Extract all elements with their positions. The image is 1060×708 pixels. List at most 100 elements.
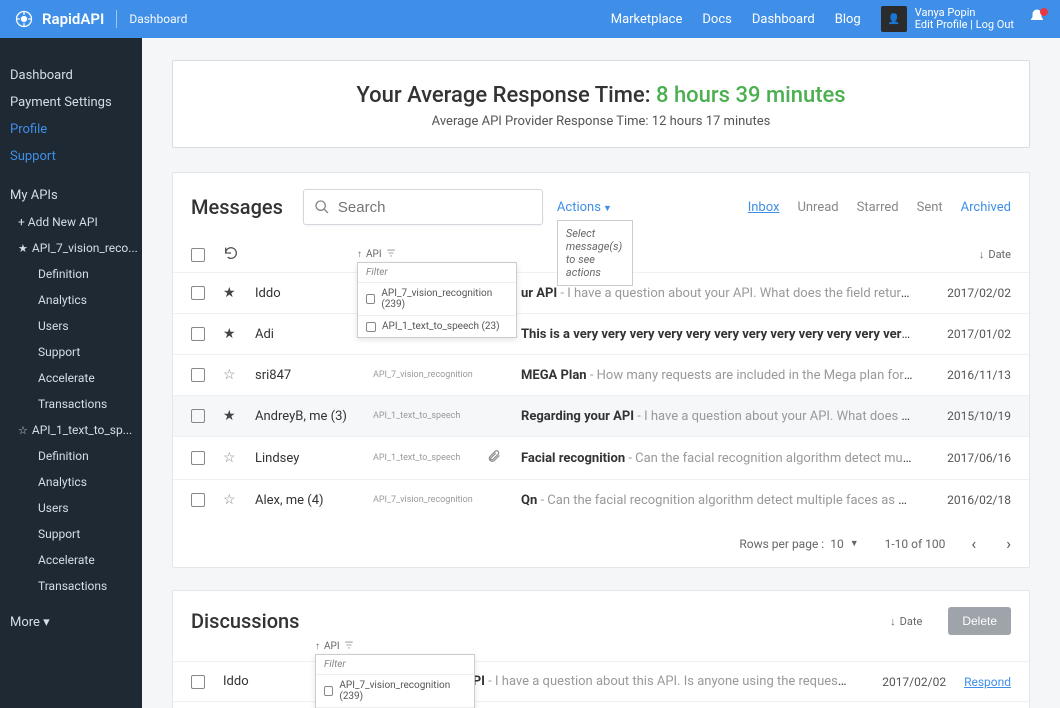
logo-icon <box>14 9 34 29</box>
select-all-checkbox[interactable] <box>191 248 205 262</box>
sidebar-api-0-analytics[interactable]: Analytics <box>0 287 142 313</box>
row-checkbox[interactable] <box>191 451 205 465</box>
tab-unread[interactable]: Unread <box>797 200 838 215</box>
discussion-row[interactable]: AdiThis is a very very very very very ve… <box>173 701 1029 708</box>
filter-checkbox-1[interactable] <box>366 322 376 332</box>
sidebar-item-support[interactable]: Support <box>0 143 142 170</box>
sidebar-api-0-support[interactable]: Support <box>0 339 142 365</box>
star-icon[interactable]: ☆ <box>223 492 237 508</box>
brand-logo[interactable]: RapidAPI <box>14 9 104 29</box>
row-checkbox[interactable] <box>191 675 205 689</box>
date: 2017/01/02 <box>931 327 1011 341</box>
filter-option-1[interactable]: API_1_text_to_speech (23) <box>358 315 516 337</box>
tab-starred[interactable]: Starred <box>857 200 899 215</box>
api-col-label: API <box>366 249 382 260</box>
filter-icon[interactable] <box>386 248 396 261</box>
sidebar-api-1-accelerate[interactable]: Accelerate <box>0 547 142 573</box>
sort-down-icon: ↓ <box>890 615 896 628</box>
star-icon[interactable]: ★ <box>223 408 237 424</box>
subject: MEGA Plan - How many requests are includ… <box>521 368 913 383</box>
search-icon <box>314 199 330 215</box>
filter-icon[interactable] <box>344 640 354 653</box>
message-row[interactable]: ☆sri847API_7_vision_recognitionMEGA Plan… <box>173 354 1029 395</box>
notifications-bell[interactable] <box>1028 8 1046 30</box>
discussion-row[interactable]: Iddoyour API - I have a question about t… <box>173 661 1029 701</box>
actions-dropdown[interactable]: Actions▼ Select message(s) to see action… <box>557 200 612 215</box>
row-checkbox[interactable] <box>191 327 205 341</box>
sidebar-item-payment[interactable]: Payment Settings <box>0 89 142 116</box>
row-checkbox[interactable] <box>191 368 205 382</box>
sidebar-api-1-transactions[interactable]: Transactions <box>0 573 142 599</box>
filter-label: Filter <box>358 263 516 282</box>
chevron-down-icon: ▼ <box>603 204 612 214</box>
sidebar-more[interactable]: More ▾ <box>0 609 142 636</box>
top-bar: RapidAPI Dashboard Marketplace Docs Dash… <box>0 0 1060 38</box>
star-icon[interactable]: ★ <box>223 285 237 301</box>
banner-title: Your Average Response Time: 8 hours 39 m… <box>173 83 1029 108</box>
brand-name: RapidAPI <box>42 10 104 28</box>
sort-up-icon: ↑ <box>315 641 320 652</box>
nav-dashboard[interactable]: Dashboard <box>752 12 815 27</box>
sidebar-api-0-transactions[interactable]: Transactions <box>0 391 142 417</box>
avatar[interactable]: 👤 <box>881 6 907 32</box>
sidebar-api-1-analytics[interactable]: Analytics <box>0 469 142 495</box>
sender: Iddo <box>223 674 303 689</box>
refresh-button[interactable] <box>223 245 239 264</box>
message-row[interactable]: ★AdiThis is a very very very very very v… <box>173 313 1029 354</box>
nav-blog[interactable]: Blog <box>835 12 861 27</box>
filter-checkbox-0[interactable] <box>366 294 375 304</box>
sidebar-api-0-users[interactable]: Users <box>0 313 142 339</box>
sidebar-api-1[interactable]: API_1_text_to_sp... <box>0 417 142 443</box>
row-checkbox[interactable] <box>191 409 205 423</box>
sidebar-add-new-api[interactable]: + Add New API <box>0 209 142 235</box>
nav-docs[interactable]: Docs <box>702 12 731 27</box>
row-checkbox[interactable] <box>191 286 205 300</box>
notification-dot <box>1040 8 1048 16</box>
date-column-header[interactable]: ↓Date <box>979 248 1011 261</box>
message-row[interactable]: ☆LindseyAPI_1_text_to_speechFacial recog… <box>173 436 1029 479</box>
message-row[interactable]: ☆Alex, me (4)API_7_vision_recognitionQn … <box>173 479 1029 520</box>
star-icon[interactable]: ☆ <box>223 450 237 466</box>
search-box[interactable] <box>303 189 543 225</box>
discussions-title: Discussions <box>191 609 299 633</box>
discussions-panel: Discussions ↓Date Delete ↑ API Filter AP… <box>172 590 1030 708</box>
messages-title: Messages <box>191 195 283 219</box>
nav-marketplace[interactable]: Marketplace <box>611 12 683 27</box>
rows-per-page[interactable]: Rows per page : 10 ▼ <box>739 537 858 551</box>
sort-up-icon: ↑ <box>357 249 362 260</box>
row-checkbox[interactable] <box>191 493 205 507</box>
disc-date-header[interactable]: ↓Date <box>890 615 922 628</box>
date: 2016/11/13 <box>931 368 1011 382</box>
delete-button[interactable]: Delete <box>948 607 1011 635</box>
user-sublinks[interactable]: Edit Profile | Log Out <box>915 19 1014 31</box>
message-row[interactable]: ★AndreyB, me (3)API_1_text_to_speechRega… <box>173 395 1029 436</box>
filter-option-0[interactable]: API_7_vision_recognition (239) <box>358 282 516 315</box>
sidebar-api-0-accelerate[interactable]: Accelerate <box>0 365 142 391</box>
prev-page-button[interactable]: ‹ <box>971 534 976 553</box>
sidebar-api-0[interactable]: API_7_vision_reco... <box>0 235 142 261</box>
sidebar-item-dashboard[interactable]: Dashboard <box>0 62 142 89</box>
sidebar-api-1-users[interactable]: Users <box>0 495 142 521</box>
star-icon[interactable]: ☆ <box>223 367 237 383</box>
tab-sent[interactable]: Sent <box>917 200 943 215</box>
pager: Rows per page : 10 ▼ 1-10 of 100 ‹ › <box>173 520 1029 567</box>
api-column-header[interactable]: ↑ API Filter API_7_vision_recognition (2… <box>357 248 396 261</box>
next-page-button[interactable]: › <box>1006 534 1011 553</box>
disc-filter-option-0[interactable]: API_7_vision_recognition (239) <box>316 674 474 707</box>
sidebar-item-profile[interactable]: Profile <box>0 116 142 143</box>
breadcrumb[interactable]: Dashboard <box>129 12 187 26</box>
banner-title-time: 8 hours 39 minutes <box>656 83 846 108</box>
tab-inbox[interactable]: Inbox <box>748 200 780 215</box>
sidebar-api-1-support[interactable]: Support <box>0 521 142 547</box>
disc-api-header[interactable]: ↑ API Filter API_7_vision_recognition (2… <box>315 640 354 653</box>
sidebar-api-1-definition[interactable]: Definition <box>0 443 142 469</box>
date: 2015/10/19 <box>931 409 1011 423</box>
star-icon[interactable]: ★ <box>223 326 237 342</box>
sidebar-api-0-definition[interactable]: Definition <box>0 261 142 287</box>
response-time-banner: Your Average Response Time: 8 hours 39 m… <box>172 60 1030 148</box>
respond-link[interactable]: Respond <box>964 675 1011 689</box>
tab-archived[interactable]: Archived <box>961 200 1011 215</box>
sender: Iddo <box>255 286 355 301</box>
search-input[interactable] <box>338 199 532 216</box>
sender: AndreyB, me (3) <box>255 409 355 424</box>
